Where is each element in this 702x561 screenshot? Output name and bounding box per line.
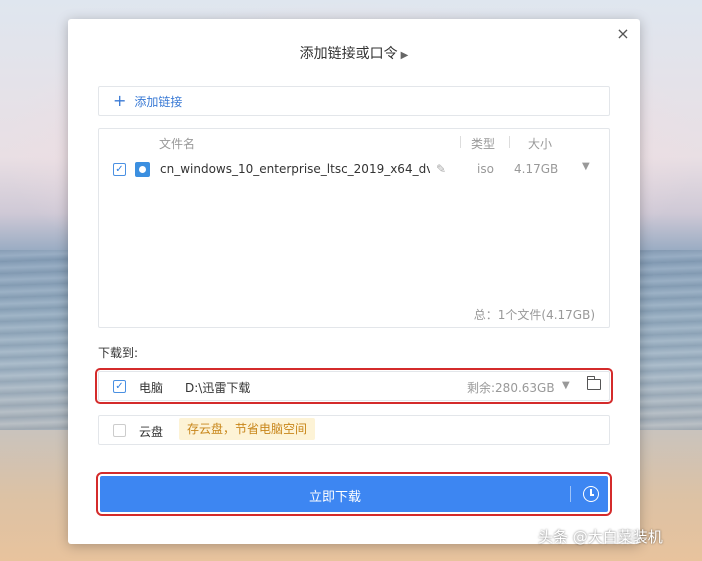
header-filename: 文件名 bbox=[159, 137, 196, 151]
file-name: cn_windows_10_enterprise_ltsc_2019_x64_d… bbox=[160, 162, 430, 176]
file-checkbox[interactable]: ✓ bbox=[113, 163, 126, 176]
dialog-title-text: 添加链接或口令 bbox=[299, 46, 398, 62]
download-now-button[interactable]: 立即下载 bbox=[96, 472, 612, 516]
remaining-space: 剩余:280.63GB bbox=[467, 381, 555, 395]
file-list: 文件名 类型 大小 ✓ cn_windows_10_enterprise_lts… bbox=[98, 128, 610, 328]
cloud-checkbox[interactable]: ✓ bbox=[113, 424, 126, 437]
add-link-dialog: 添加链接或口令 ▶ × + 添加链接 文件名 类型 大小 ✓ cn_windows… bbox=[68, 19, 640, 544]
header-divider bbox=[509, 136, 510, 148]
caret-right-icon: ▶ bbox=[400, 50, 409, 61]
header-size: 大小 bbox=[528, 137, 553, 151]
dialog-title[interactable]: 添加链接或口令 ▶ bbox=[68, 43, 640, 63]
header-divider bbox=[460, 136, 461, 148]
pc-checkbox[interactable]: ✓ bbox=[113, 380, 126, 393]
plus-icon: + bbox=[113, 91, 127, 110]
edit-icon[interactable]: ✎ bbox=[436, 162, 446, 176]
destination-cloud[interactable]: ✓ 云盘 存云盘，节省电脑空间 bbox=[98, 415, 610, 445]
destination-pc[interactable]: ✓ 电脑 D:\迅雷下载 剩余:280.63GB ▼ bbox=[95, 368, 613, 404]
download-now-label: 立即下载 bbox=[308, 490, 361, 505]
pc-label: 电脑 bbox=[139, 381, 164, 395]
clock-icon[interactable] bbox=[583, 486, 599, 502]
file-total: 总：1个文件(4.17GB) bbox=[473, 308, 595, 322]
watermark: 头条 @大白菜装机 bbox=[538, 528, 663, 546]
file-size: 4.17GB bbox=[514, 162, 559, 176]
file-row[interactable]: ✓ cn_windows_10_enterprise_ltsc_2019_x64… bbox=[99, 159, 609, 181]
add-link-label: 添加链接 bbox=[134, 94, 183, 109]
folder-icon[interactable] bbox=[587, 376, 601, 390]
close-icon[interactable]: × bbox=[615, 26, 631, 42]
download-path[interactable]: D:\迅雷下载 bbox=[185, 379, 250, 396]
header-type: 类型 bbox=[471, 137, 496, 151]
disc-icon bbox=[135, 162, 150, 177]
chevron-down-icon[interactable]: ▼ bbox=[582, 161, 590, 172]
cloud-label: 云盘 bbox=[139, 425, 164, 439]
button-divider bbox=[570, 486, 571, 502]
file-type: iso bbox=[477, 162, 494, 176]
chevron-down-icon[interactable]: ▼ bbox=[562, 380, 570, 391]
cloud-tip-badge: 存云盘，节省电脑空间 bbox=[179, 418, 316, 440]
download-to-label: 下载到: bbox=[98, 346, 139, 360]
add-link-button[interactable]: + 添加链接 bbox=[98, 86, 610, 116]
